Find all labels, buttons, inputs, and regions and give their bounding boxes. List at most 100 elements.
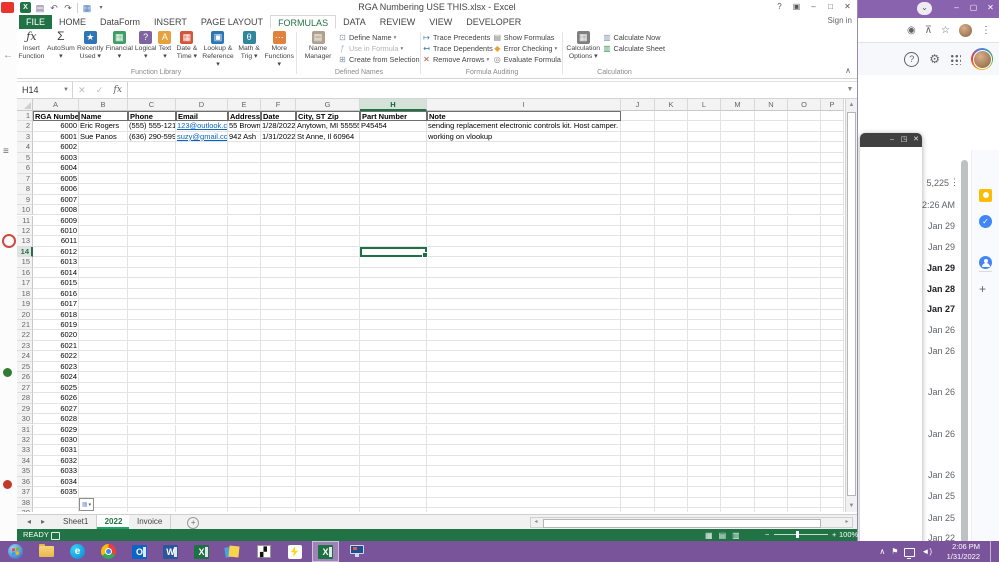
cell-M4[interactable] <box>721 142 755 153</box>
cell-J33[interactable] <box>621 445 655 456</box>
cell-M16[interactable] <box>721 267 755 279</box>
cell-I34[interactable] <box>427 455 621 467</box>
cell-J2[interactable] <box>621 121 655 132</box>
cell-H29[interactable] <box>360 403 427 415</box>
cell-D29[interactable] <box>176 403 228 415</box>
cell-B12[interactable] <box>79 225 128 237</box>
cell-I39[interactable] <box>427 508 621 512</box>
cell-F6[interactable] <box>261 163 296 174</box>
cell-G8[interactable] <box>296 184 360 195</box>
column-header-O[interactable]: O <box>788 99 821 111</box>
cell-M6[interactable] <box>721 163 755 174</box>
cell-F36[interactable] <box>261 476 296 488</box>
cell-P3[interactable] <box>821 131 844 143</box>
cell-D19[interactable] <box>176 299 228 310</box>
cell-I7[interactable] <box>427 173 621 185</box>
cell-J14[interactable] <box>621 246 655 258</box>
cell-A37[interactable]: 6035 <box>33 487 79 498</box>
cell-D31[interactable] <box>176 424 228 435</box>
cell-L37[interactable] <box>688 487 721 498</box>
zoom-level[interactable]: 100% <box>839 529 858 541</box>
row-header-20[interactable]: 20 <box>17 309 33 320</box>
cell-E7[interactable] <box>228 173 261 185</box>
cell-G9[interactable] <box>296 194 360 206</box>
cell-J4[interactable] <box>621 142 655 153</box>
row-header-18[interactable]: 18 <box>17 288 33 300</box>
cell-N19[interactable] <box>755 299 788 310</box>
cell-B18[interactable] <box>79 288 128 300</box>
cell-O12[interactable] <box>788 225 821 237</box>
cell-K20[interactable] <box>655 309 688 320</box>
cell-B33[interactable] <box>79 445 128 456</box>
settings-gear-icon[interactable]: ⚙ <box>929 52 940 66</box>
cell-H10[interactable] <box>360 205 427 216</box>
restore-icon[interactable]: □ <box>822 0 839 13</box>
cell-N8[interactable] <box>755 184 788 195</box>
row-header-30[interactable]: 30 <box>17 414 33 425</box>
cell-N37[interactable] <box>755 487 788 498</box>
cell-I27[interactable] <box>427 382 621 394</box>
cell-O29[interactable] <box>788 403 821 415</box>
cell-B22[interactable] <box>79 330 128 341</box>
row-header-10[interactable]: 10 <box>17 205 33 216</box>
cell-O21[interactable] <box>788 320 821 331</box>
ribbon-button-lookup-reference[interactable]: ▣ Lookup & Reference ▾ <box>201 29 234 68</box>
cell-D20[interactable] <box>176 309 228 320</box>
cell-J12[interactable] <box>621 225 655 237</box>
cell-M9[interactable] <box>721 194 755 206</box>
cell-I26[interactable] <box>427 372 621 383</box>
dataform-qat-icon[interactable]: ▦ <box>80 2 94 14</box>
cell-K13[interactable] <box>655 236 688 247</box>
ribbon-button-financial[interactable]: ▦ Financial ▾ <box>105 29 134 61</box>
cell-E20[interactable] <box>228 309 261 320</box>
taskbar-sticky-notes[interactable] <box>219 541 246 562</box>
cell-B7[interactable] <box>79 173 128 185</box>
cell-I11[interactable] <box>427 215 621 226</box>
cell-J31[interactable] <box>621 424 655 435</box>
cell-K32[interactable] <box>655 434 688 446</box>
ribbon-button-define-name[interactable]: ⊡ Define Name ▾ <box>338 32 420 43</box>
cell-C27[interactable] <box>128 382 176 394</box>
compose-popout-icon[interactable]: ◳ <box>898 133 910 147</box>
cell-G24[interactable] <box>296 351 360 362</box>
cell-M37[interactable] <box>721 487 755 498</box>
cell-K24[interactable] <box>655 351 688 362</box>
cell-B21[interactable] <box>79 320 128 331</box>
row-header-1[interactable]: 1 <box>17 111 33 122</box>
cell-E37[interactable] <box>228 487 261 498</box>
cell-H25[interactable] <box>360 361 427 373</box>
cell-I23[interactable] <box>427 340 621 352</box>
cell-I15[interactable] <box>427 257 621 268</box>
cell-O11[interactable] <box>788 215 821 226</box>
cell-J5[interactable] <box>621 152 655 164</box>
cell-D5[interactable] <box>176 152 228 164</box>
cell-P6[interactable] <box>821 163 844 174</box>
cell-L6[interactable] <box>688 163 721 174</box>
cell-H19[interactable] <box>360 299 427 310</box>
cell-L27[interactable] <box>688 382 721 394</box>
cell-I28[interactable] <box>427 393 621 404</box>
cell-A31[interactable]: 6029 <box>33 424 79 435</box>
cell-C8[interactable] <box>128 184 176 195</box>
cell-H12[interactable] <box>360 225 427 237</box>
cell-C4[interactable] <box>128 142 176 153</box>
cell-C38[interactable] <box>128 497 176 509</box>
cell-K4[interactable] <box>655 142 688 153</box>
cell-H33[interactable] <box>360 445 427 456</box>
cell-F12[interactable] <box>261 225 296 237</box>
sheet-tab-invoice[interactable]: Invoice <box>129 515 172 529</box>
cell-O38[interactable] <box>788 497 821 509</box>
cell-E1[interactable]: Address <box>228 111 261 122</box>
cell-K1[interactable] <box>655 111 688 122</box>
cell-P23[interactable] <box>821 340 844 352</box>
cell-M33[interactable] <box>721 445 755 456</box>
cell-M19[interactable] <box>721 299 755 310</box>
row-header-32[interactable]: 32 <box>17 434 33 446</box>
cell-C19[interactable] <box>128 299 176 310</box>
cell-M15[interactable] <box>721 257 755 268</box>
cell-I22[interactable] <box>427 330 621 341</box>
cell-B26[interactable] <box>79 372 128 383</box>
cell-K34[interactable] <box>655 455 688 467</box>
ribbon-button-insert-function[interactable]: ƒx Insert Function <box>17 29 46 61</box>
cell-A9[interactable]: 6007 <box>33 194 79 206</box>
